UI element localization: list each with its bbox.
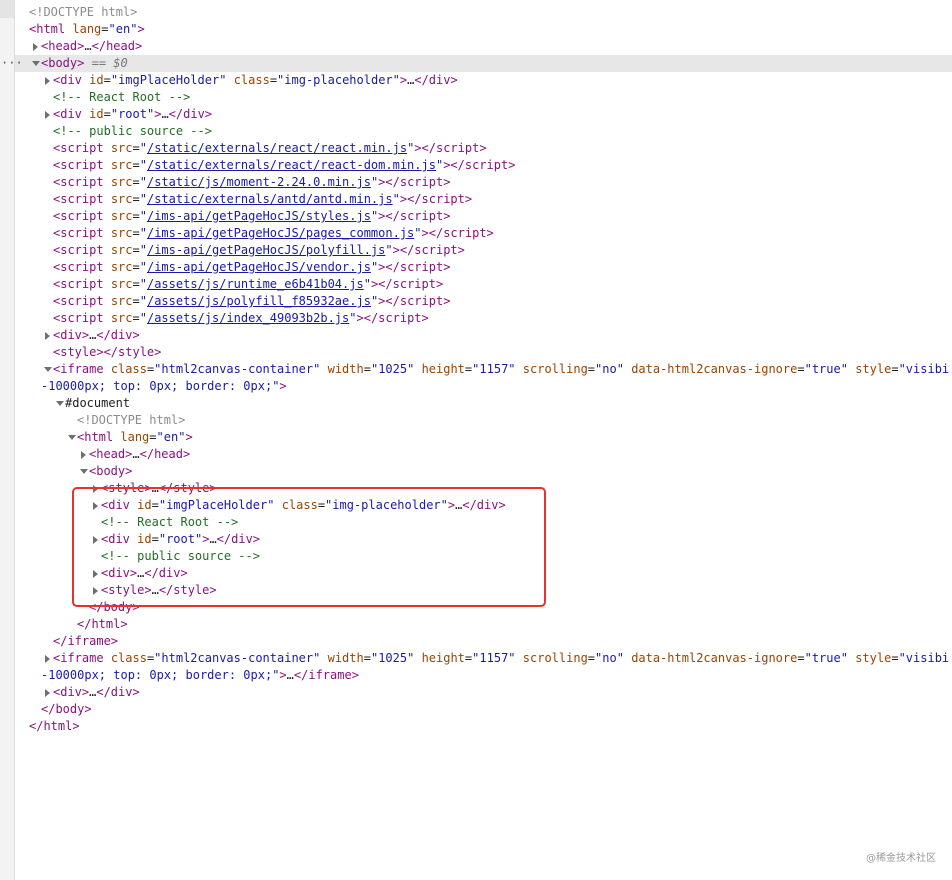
tree-node-iframe[interactable]: <iframe class="html2canvas-container" wi… <box>15 361 952 378</box>
expand-triangle-icon[interactable] <box>92 497 101 514</box>
expand-triangle-icon[interactable] <box>80 446 89 463</box>
tree-node-style[interactable]: <style></style> <box>15 344 952 361</box>
collapse-triangle-icon[interactable] <box>32 55 41 72</box>
tree-node-imgplaceholder-inner[interactable]: <div id="imgPlaceHolder" class="img-plac… <box>15 497 952 514</box>
tree-node-div-inner[interactable]: <div>…</div> <box>15 565 952 582</box>
tree-node-root-inner[interactable]: <div id="root">…</div> <box>15 531 952 548</box>
tree-node-body-inner[interactable]: <body> <box>15 463 952 480</box>
collapse-triangle-icon[interactable] <box>68 429 77 446</box>
tree-node-html-close-inner[interactable]: </html> <box>15 616 952 633</box>
tree-node-div-last[interactable]: <div>…</div> <box>15 684 952 701</box>
tree-node-imgplaceholder[interactable]: <div id="imgPlaceHolder" class="img-plac… <box>15 72 952 89</box>
gutter-nub <box>0 0 14 18</box>
tree-node-doctype[interactable]: <!DOCTYPE html> <box>15 4 952 21</box>
script-src-link[interactable]: /ims-api/getPageHocJS/pages_common.js <box>147 226 414 240</box>
script-src-link[interactable]: /static/externals/react/react.min.js <box>147 141 407 155</box>
expand-triangle-icon[interactable] <box>44 684 53 701</box>
more-actions-icon[interactable]: ··· <box>1 55 23 72</box>
tree-node-script[interactable]: <script src="/static/externals/react/rea… <box>15 157 952 174</box>
expand-triangle-icon[interactable] <box>44 106 53 123</box>
tree-node-html[interactable]: <html lang="en"> <box>15 21 952 38</box>
tree-node-head[interactable]: <head>…</head> <box>15 38 952 55</box>
tree-node-script[interactable]: <script src="/ims-api/getPageHocJS/vendo… <box>15 259 952 276</box>
expand-triangle-icon[interactable] <box>44 72 53 89</box>
tree-node-script[interactable]: <script src="/assets/js/index_49093b2b.j… <box>15 310 952 327</box>
watermark: @稀金技术社区 <box>866 853 936 864</box>
expand-triangle-icon[interactable] <box>92 531 101 548</box>
tree-node-script[interactable]: <script src="/static/externals/react/rea… <box>15 140 952 157</box>
tree-node-html-inner[interactable]: <html lang="en"> <box>15 429 952 446</box>
script-src-link[interactable]: /assets/js/runtime_e6b41b04.js <box>147 277 364 291</box>
tree-node-document[interactable]: #document <box>15 395 952 412</box>
tree-node-iframe-2[interactable]: <iframe class="html2canvas-container" wi… <box>15 650 952 667</box>
expand-triangle-icon[interactable] <box>44 650 53 667</box>
tree-node-comment[interactable]: <!-- public source --> <box>15 123 952 140</box>
script-src-link[interactable]: /ims-api/getPageHocJS/vendor.js <box>147 260 371 274</box>
script-src-link[interactable]: /assets/js/index_49093b2b.js <box>147 311 349 325</box>
tree-node-doctype-inner[interactable]: <!DOCTYPE html> <box>15 412 952 429</box>
collapse-triangle-icon[interactable] <box>44 361 53 378</box>
elements-tree[interactable]: <!DOCTYPE html> <html lang="en"> <head>…… <box>1 4 952 735</box>
tree-node-script[interactable]: <script src="/assets/js/polyfill_f85932a… <box>15 293 952 310</box>
script-src-link[interactable]: /ims-api/getPageHocJS/polyfill.js <box>147 243 385 257</box>
script-src-link[interactable]: /assets/js/polyfill_f85932ae.js <box>147 294 371 308</box>
doctype-text: <!DOCTYPE html> <box>29 5 138 19</box>
tree-node-head-inner[interactable]: <head>…</head> <box>15 446 952 463</box>
html-tag: html <box>36 22 66 36</box>
tree-node-div[interactable]: <div>…</div> <box>15 327 952 344</box>
collapse-triangle-icon[interactable] <box>80 463 89 480</box>
expand-triangle-icon[interactable] <box>92 565 101 582</box>
collapse-triangle-icon[interactable] <box>56 395 65 412</box>
tree-node-style-inner[interactable]: <style>…</style> <box>15 480 952 497</box>
devtools-gutter <box>0 0 15 880</box>
tree-node-body-selected[interactable]: ··· <body> == $0 <box>1 55 952 72</box>
script-src-link[interactable]: /static/externals/react/react-dom.min.js <box>147 158 436 172</box>
tree-node-body-close-inner[interactable]: </body> <box>15 599 952 616</box>
tree-node-comment[interactable]: <!-- React Root --> <box>15 89 952 106</box>
tree-node-comment-inner[interactable]: <!-- public source --> <box>15 548 952 565</box>
expand-triangle-icon[interactable] <box>92 582 101 599</box>
selected-element-marker: == $0 <box>91 56 128 70</box>
tree-node-script[interactable]: <script src="/static/js/moment-2.24.0.mi… <box>15 174 952 191</box>
script-src-link[interactable]: /static/js/moment-2.24.0.min.js <box>147 175 371 189</box>
expand-triangle-icon[interactable] <box>32 38 41 55</box>
tree-node-iframe-close[interactable]: </iframe> <box>15 633 952 650</box>
script-src-link[interactable]: /static/externals/antd/antd.min.js <box>147 192 393 206</box>
tree-node-style-inner[interactable]: <style>…</style> <box>15 582 952 599</box>
expand-triangle-icon[interactable] <box>92 480 101 497</box>
tree-node-script[interactable]: <script src="/ims-api/getPageHocJS/pages… <box>15 225 952 242</box>
tree-node-html-close[interactable]: </html> <box>15 718 952 735</box>
tree-node-script[interactable]: <script src="/ims-api/getPageHocJS/style… <box>15 208 952 225</box>
tree-node-root[interactable]: <div id="root">…</div> <box>15 106 952 123</box>
tree-node-script[interactable]: <script src="/ims-api/getPageHocJS/polyf… <box>15 242 952 259</box>
tree-node-script[interactable]: <script src="/assets/js/runtime_e6b41b04… <box>15 276 952 293</box>
script-src-link[interactable]: /ims-api/getPageHocJS/styles.js <box>147 209 371 223</box>
expand-triangle-icon[interactable] <box>44 327 53 344</box>
tree-node-body-close[interactable]: </body> <box>15 701 952 718</box>
tree-node-script[interactable]: <script src="/static/externals/antd/antd… <box>15 191 952 208</box>
tree-node-iframe-wrap[interactable]: -10000px; top: 0px; border: 0px;"> <box>15 378 952 395</box>
tree-node-iframe-2-wrap[interactable]: -10000px; top: 0px; border: 0px;">…</ifr… <box>15 667 952 684</box>
tree-node-comment-inner[interactable]: <!-- React Root --> <box>15 514 952 531</box>
